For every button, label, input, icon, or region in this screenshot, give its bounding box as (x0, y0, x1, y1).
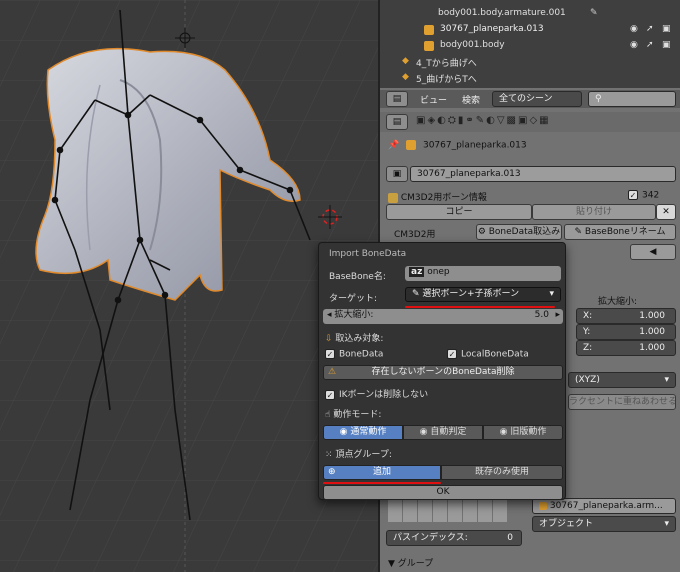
chevron-down-icon: ▾ (664, 375, 669, 385)
armature-icon (539, 501, 547, 510)
vertex-group-icon: ⁙ (325, 450, 333, 460)
collapse-button[interactable]: ◀ (630, 244, 676, 260)
pass-index-field[interactable]: パスインデックス: 0 (386, 530, 522, 546)
import-icon: ⇩ (325, 334, 333, 344)
scale-header: 拡大縮小: (598, 297, 638, 307)
group-panel-header[interactable]: ▼ グループ (388, 556, 433, 569)
panel-header[interactable]: CM3D2用ボーン情報 (388, 190, 487, 203)
bonedata-checkbox[interactable]: ✓ BoneData (325, 349, 383, 360)
annotation-underline (323, 482, 441, 484)
breadcrumb: 📌 30767_planeparka.013 (388, 140, 527, 151)
basebone-label: BaseBone名: (329, 272, 386, 282)
import-target-label: ⇩ 取込み対象: (325, 334, 384, 344)
outliner-row[interactable]: ◆ 4_Tから曲げへ (380, 54, 680, 70)
mode-auto-option[interactable]: ◉ 自動判定 (403, 425, 483, 440)
mode-label: ☝ 動作モード: (325, 410, 382, 420)
text-icon: az (409, 267, 425, 277)
cursor-restrict-icon[interactable]: ➚ (646, 40, 654, 50)
mesh-icon (424, 25, 434, 35)
paste-button[interactable]: 貼り付け (532, 204, 656, 220)
cm3d2-icon (388, 192, 398, 203)
scale-x-field[interactable]: X: 1.000 (576, 308, 676, 324)
eye-icon[interactable]: ◉ (630, 24, 638, 34)
outliner-header: ▤ ビュー 検索 全てのシーン ⚲ (380, 90, 680, 108)
vertex-group-label: ⁙ 頂点グループ: (325, 450, 392, 460)
outliner-row[interactable]: body001.body.armature.001 ✎ (380, 6, 680, 22)
vgroup-add-option[interactable]: ⊕ 追加 (323, 465, 441, 480)
rotation-mode-select[interactable]: (XYZ) ▾ (568, 372, 676, 388)
annotation-underline (405, 306, 555, 308)
copy-button[interactable]: コピー (386, 204, 532, 220)
object-name-field[interactable]: 30767_planeparka.013 (410, 166, 676, 182)
search-icon: ⚲ (595, 94, 602, 104)
cursor-restrict-icon[interactable]: ➚ (646, 24, 654, 34)
eye-icon[interactable]: ◉ (630, 40, 638, 50)
hand-icon: ☝ (325, 410, 331, 420)
ok-button[interactable]: OK (323, 485, 563, 500)
scale-slider[interactable]: ◂ 拡大縮小: 5.0 ▸ (323, 309, 563, 324)
pin-icon[interactable]: 📌 (388, 141, 399, 151)
parent-field[interactable]: 30767_planeparka.arm... (532, 498, 676, 514)
ik-keep-checkbox[interactable]: ✓ IKボーンは削除しない (325, 387, 428, 400)
chevron-down-icon: ▾ (664, 519, 669, 529)
parent-type-select[interactable]: オブジェクト ▾ (532, 516, 676, 532)
outliner-search-input[interactable]: ⚲ (588, 91, 676, 107)
import-bonedata-dialog: Import BoneData BaseBone名: az onep ターゲット… (318, 242, 566, 500)
clear-button[interactable]: ✕ (656, 204, 676, 220)
bone-icon: ✎ (590, 8, 598, 18)
mode-old-option[interactable]: ◉ 旧版動作 (483, 425, 563, 440)
action-icon: ◆ (402, 56, 409, 66)
editor-type-button[interactable]: ▤ (386, 91, 408, 107)
mesh-icon (424, 41, 434, 51)
dialog-title: Import BoneData (329, 249, 407, 259)
object-type-icon[interactable]: ▣ (386, 166, 408, 182)
bone-count: ✓ 342 (628, 190, 660, 201)
outliner-row[interactable]: body001.body ◉ ➚ ▣ (380, 38, 680, 54)
outliner-row[interactable]: ◆ 5_曲げからTへ (380, 70, 680, 86)
plus-icon: ⊕ (328, 467, 336, 477)
bone-count-checkbox[interactable]: ✓ (628, 190, 638, 200)
target-label: ターゲット: (329, 294, 378, 304)
scale-z-field[interactable]: Z: 1.000 (576, 340, 676, 356)
basebone-rename-button[interactable]: ✎ BaseBoneリネーム (564, 224, 676, 240)
overlay-button[interactable]: ラクセントに重ねあわせる (568, 394, 676, 410)
mesh-icon (406, 140, 417, 150)
warning-icon: ⚠ (328, 367, 337, 377)
view-menu[interactable]: ビュー (420, 93, 447, 106)
basebone-input[interactable]: az onep (405, 266, 561, 281)
scale-y-field[interactable]: Y: 1.000 (576, 324, 676, 340)
action-icon: ◆ (402, 72, 409, 82)
outliner: body001.body.armature.001 ✎ 30767_planep… (380, 0, 680, 88)
target-select[interactable]: ✎ 選択ボーン+子孫ボーン ▾ (405, 287, 561, 302)
layer-grid[interactable] (388, 500, 508, 522)
mode-normal-option[interactable]: ◉ 通常動作 (323, 425, 403, 440)
chevron-down-icon: ▾ (549, 289, 554, 299)
context-tabs[interactable]: ▣◈◐⛭▮⚭✎◐▽▩▣◇▦ (416, 115, 551, 126)
outliner-row-selected[interactable]: 30767_planeparka.013 ◉ ➚ ▣ (380, 22, 680, 38)
delete-missing-bonedata-button[interactable]: ⚠ 存在しないボーンのBoneData削除 (323, 365, 563, 380)
scene-filter-select[interactable]: 全てのシーン (492, 91, 582, 107)
bonedata-import-button[interactable]: ⚙ BoneData取込み (476, 224, 562, 240)
search-menu[interactable]: 検索 (462, 93, 480, 106)
localbonedata-checkbox[interactable]: ✓ LocalBoneData (447, 349, 529, 360)
editor-type-button[interactable]: ▤ (386, 114, 408, 130)
cm3d2-label: CM3D2用 (394, 230, 436, 240)
properties-tabs: ▤ ▣◈◐⛭▮⚭✎◐▽▩▣◇▦ (380, 112, 680, 132)
vgroup-existing-option[interactable]: 既存のみ使用 (441, 465, 563, 480)
render-icon[interactable]: ▣ (662, 24, 671, 34)
render-icon[interactable]: ▣ (662, 40, 671, 50)
bone-icon: ✎ (412, 289, 420, 299)
